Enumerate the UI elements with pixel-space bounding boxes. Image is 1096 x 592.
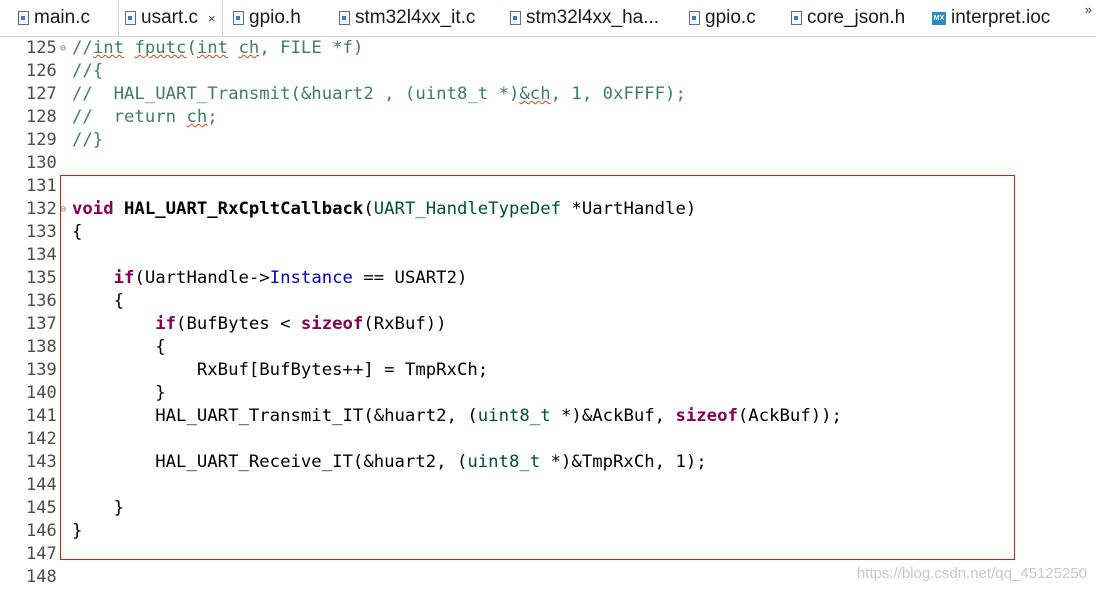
tab-stm32l4xx-it-c[interactable]: stm32l4xx_it.c	[339, 0, 475, 36]
c-file-icon	[339, 11, 350, 25]
line-number: 142	[26, 429, 57, 449]
close-icon[interactable]: ×	[208, 11, 216, 26]
c-file-icon	[510, 11, 521, 25]
mx-file-icon: MX	[932, 11, 946, 25]
tab-interpret-ioc[interactable]: MX interpret.ioc	[932, 0, 1050, 36]
line-number: 131	[26, 176, 57, 196]
highlight-annotation-box	[60, 175, 1015, 560]
tab-main-c[interactable]: main.c	[18, 0, 90, 36]
code-token: ch	[238, 38, 260, 58]
h-file-icon	[233, 11, 244, 25]
line-number: 141	[26, 406, 57, 426]
tab-gpio-h[interactable]: gpio.h	[233, 0, 301, 36]
code-token: //	[72, 38, 93, 58]
tab-overflow-icon[interactable]: »	[1085, 2, 1092, 17]
code-token: fputc	[134, 38, 187, 58]
code-token: ch	[186, 107, 208, 127]
line-number: 144	[26, 475, 57, 495]
code-line-127[interactable]: // HAL_UART_Transmit(&huart2 , (uint8_t …	[72, 83, 686, 106]
code-line-129[interactable]: //}	[72, 129, 103, 152]
line-number: 132	[26, 199, 57, 219]
editor-ruler	[0, 37, 26, 592]
line-number: 147	[26, 544, 57, 564]
tab-label: core_json.h	[807, 7, 906, 28]
tab-label: stm32l4xx_it.c	[355, 7, 476, 28]
editor-tab-bar: main.c usart.c × gpio.h stm32l4xx_it.c s…	[0, 0, 1096, 37]
line-number: 137	[26, 314, 57, 334]
h-file-icon	[791, 11, 802, 25]
code-token: // return	[72, 107, 187, 127]
line-number: 135	[26, 268, 57, 288]
tab-label: gpio.c	[705, 7, 756, 28]
line-number: 139	[26, 360, 57, 380]
code-token: , 1, 0xFFFF);	[550, 84, 686, 104]
code-token: , FILE *f)	[259, 38, 364, 58]
line-number: 143	[26, 452, 57, 472]
tab-label: usart.c	[141, 7, 199, 28]
line-number: 146	[26, 521, 57, 541]
line-number: 148	[26, 567, 57, 587]
code-line-126[interactable]: //{	[72, 60, 103, 83]
line-number: 140	[26, 383, 57, 403]
line-number: 133	[26, 222, 57, 242]
code-line-128[interactable]: // return ch;	[72, 106, 218, 129]
watermark: https://blog.csdn.net/qq_45125250	[856, 565, 1087, 582]
code-token: int	[92, 38, 125, 58]
tab-gpio-c[interactable]: gpio.c	[689, 0, 756, 36]
code-token: (	[186, 38, 197, 58]
tab-label: gpio.h	[249, 7, 301, 28]
tab-label: interpret.ioc	[951, 7, 1051, 28]
code-token: ;	[207, 107, 218, 127]
tab-stm32l4xx-hal[interactable]: stm32l4xx_ha...	[510, 0, 659, 36]
line-number: 145	[26, 498, 57, 518]
c-file-icon	[125, 11, 136, 25]
line-number: 130	[26, 153, 57, 173]
code-token: &ch	[519, 84, 551, 104]
c-file-icon	[689, 11, 700, 25]
tab-usart-c[interactable]: usart.c ×	[118, 0, 223, 36]
fold-collapse-icon[interactable]: ⊖	[60, 37, 69, 60]
tab-core-json-h[interactable]: core_json.h	[791, 0, 905, 36]
line-number: 136	[26, 291, 57, 311]
line-number: 125	[26, 38, 57, 58]
line-number: 138	[26, 337, 57, 357]
line-number: 128	[26, 107, 57, 127]
line-number: 134	[26, 245, 57, 265]
code-line-125[interactable]: //int fputc(int ch, FILE *f)	[72, 37, 363, 60]
tab-label: stm32l4xx_ha...	[526, 7, 660, 28]
line-number: 129	[26, 130, 57, 150]
line-number: 126	[26, 61, 57, 81]
line-number: 127	[26, 84, 57, 104]
tab-label: main.c	[34, 7, 90, 28]
c-file-icon	[18, 11, 29, 25]
code-token: // HAL_UART_Transmit(&huart2 , (uint8_t …	[72, 84, 520, 104]
code-token: int	[196, 38, 229, 58]
